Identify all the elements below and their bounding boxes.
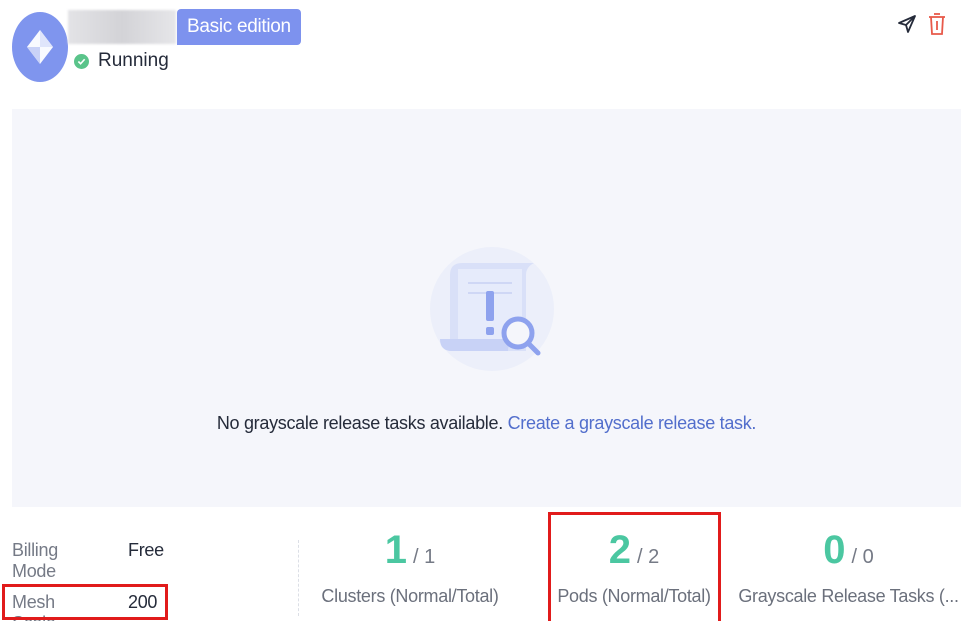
grayscale-tasks-label: Grayscale Release Tasks (... [738, 586, 959, 606]
pods-highlight-box [548, 512, 721, 621]
empty-document-search-icon [430, 247, 554, 371]
clusters-total-count: / 1 [413, 546, 436, 568]
status-text: Running [98, 50, 169, 71]
grayscale-tasks-stat: 0 / 0 Grayscale Release Tasks (... [736, 527, 961, 607]
billing-mode-label: Billing Mode [12, 540, 58, 581]
grayscale-task-panel: No grayscale release tasks available. Cr… [12, 109, 961, 507]
create-grayscale-task-link[interactable]: Create a grayscale release task. [508, 413, 757, 433]
mesh-avatar [12, 12, 68, 82]
header-actions [895, 12, 949, 36]
billing-mode-value: Free [128, 540, 164, 560]
send-icon[interactable] [895, 12, 919, 36]
mesh-name-redacted [68, 10, 176, 44]
tasks-normal-count: 0 [823, 528, 846, 572]
delete-icon[interactable] [925, 12, 949, 36]
clusters-label: Clusters (Normal/Total) [321, 586, 499, 606]
info-divider [298, 540, 299, 616]
mesh-scale-highlight-box [2, 584, 168, 620]
diamond-icon [27, 30, 53, 64]
billing-mode-row: Billing Mode Free [12, 540, 164, 582]
status-indicator: Running [74, 50, 169, 72]
edition-badge: Basic edition [177, 9, 301, 45]
clusters-normal-count: 1 [384, 528, 407, 572]
empty-state-message: No grayscale release tasks available. Cr… [12, 413, 961, 434]
tasks-total-count: / 0 [851, 546, 874, 568]
check-circle-icon [74, 53, 89, 69]
mesh-card: Basic edition Running No grayscale relea… [0, 0, 961, 621]
clusters-stat: 1 / 1 Clusters (Normal/Total) [310, 527, 510, 607]
empty-message-text: No grayscale release tasks available. [216, 413, 503, 433]
